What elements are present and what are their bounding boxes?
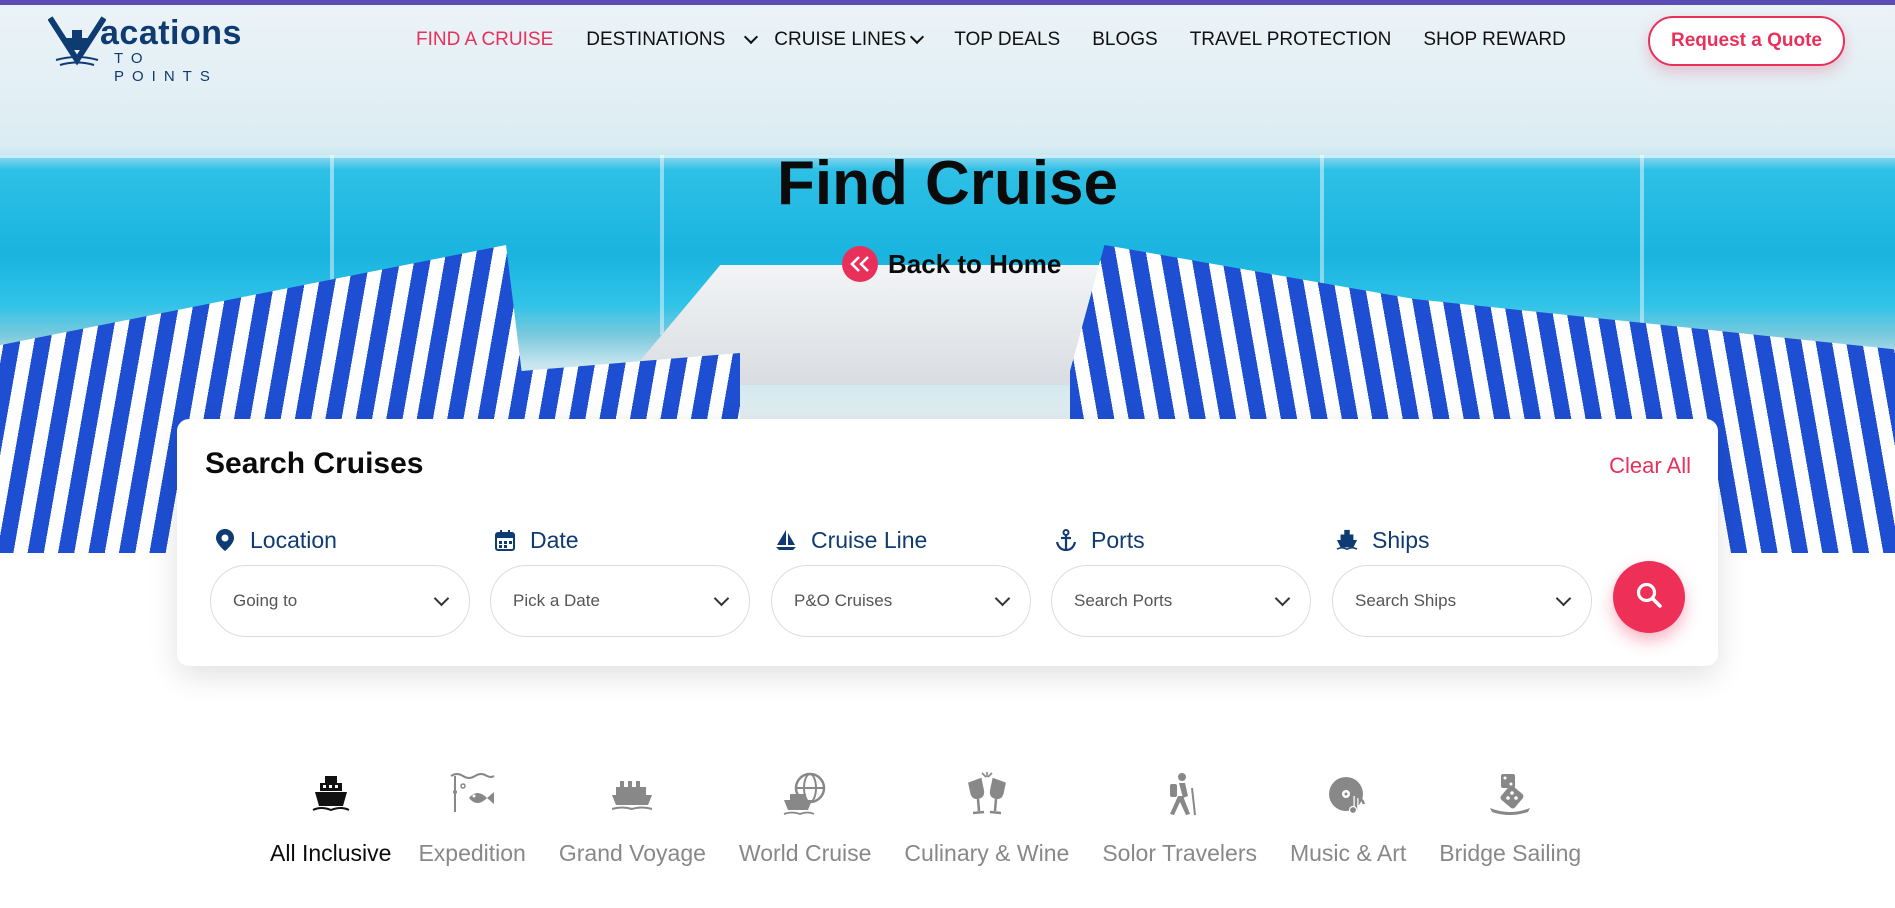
category-expedition[interactable]: Expedition — [418, 770, 526, 880]
back-to-home-link[interactable]: Back to Home — [842, 246, 1061, 282]
liner-icon — [608, 770, 656, 818]
location-field: Location Going to — [210, 525, 470, 637]
hiker-icon — [1156, 770, 1204, 818]
dice-icon — [1486, 770, 1534, 818]
search-button[interactable] — [1613, 561, 1685, 633]
date-field: Date Pick a Date — [490, 525, 750, 637]
date-picker[interactable]: Pick a Date — [490, 565, 750, 637]
chevron-down-icon — [910, 29, 925, 45]
location-value: Going to — [233, 591, 298, 610]
cruise-line-field: Cruise Line P&O Cruises — [771, 525, 1031, 637]
category-culinary-wine[interactable]: Culinary & Wine — [904, 770, 1069, 880]
chevron-down-icon — [713, 590, 730, 606]
chevron-down-icon — [433, 590, 450, 606]
logo-wordmark: acations — [100, 14, 242, 52]
location-pin-icon — [214, 529, 236, 551]
page-title: Find Cruise — [776, 149, 1119, 218]
ships-field: Ships Search Ships — [1332, 525, 1592, 637]
category-tabs: All Inclusive Expedition Grand Voyage Wo… — [270, 770, 1614, 880]
anchor-icon — [1055, 529, 1077, 551]
globe-ship-icon — [781, 770, 829, 818]
category-label: Solor Travelers — [1102, 840, 1257, 866]
chevron-down-icon — [744, 29, 759, 45]
ports-field: Ports Search Ports — [1051, 525, 1311, 637]
double-chevron-left-icon — [842, 246, 878, 282]
category-grand-voyage[interactable]: Grand Voyage — [559, 770, 706, 880]
nav-blogs[interactable]: BLOGS — [1092, 29, 1157, 51]
nav-destinations[interactable]: DESTINATIONS — [586, 29, 759, 51]
cruise-ship-icon — [307, 770, 355, 818]
search-title: Search Cruises — [205, 447, 424, 480]
nav-top-deals[interactable]: TOP DEALS — [954, 29, 1060, 51]
logo[interactable]: acations TO POINTS — [47, 14, 258, 85]
category-music-art[interactable]: Music & Art — [1290, 770, 1406, 880]
back-to-home-label: Back to Home — [888, 248, 1062, 279]
fish-icon — [448, 770, 496, 818]
category-label: Music & Art — [1289, 840, 1407, 866]
main-nav: FIND A CRUISE DESTINATIONS CRUISE LINES … — [416, 28, 1566, 52]
nav-travel-protection[interactable]: TRAVEL PROTECTION — [1190, 29, 1392, 51]
category-label: Culinary & Wine — [904, 840, 1070, 866]
sailboat-icon — [775, 529, 797, 551]
clear-all-link[interactable]: Clear All — [1609, 453, 1691, 479]
cruise-line-value: P&O Cruises — [794, 591, 893, 610]
nav-cruise-lines[interactable]: CRUISE LINES — [774, 29, 925, 51]
category-label: Grand Voyage — [558, 840, 706, 866]
logo-ship-icon — [47, 16, 107, 68]
ships-label: Ships — [1372, 526, 1430, 553]
date-value: Pick a Date — [513, 591, 600, 610]
ship-icon — [1336, 529, 1358, 551]
logo-tagline: TO POINTS — [114, 50, 218, 85]
music-disc-icon — [1324, 770, 1372, 818]
category-all-inclusive[interactable]: All Inclusive — [270, 770, 391, 880]
category-label: World Cruise — [738, 840, 872, 866]
cruise-line-label: Cruise Line — [811, 526, 928, 553]
search-icon — [1635, 581, 1663, 614]
ports-select[interactable]: Search Ports — [1051, 565, 1311, 637]
ports-value: Search Ports — [1074, 591, 1173, 610]
nav-shop-reward[interactable]: SHOP REWARD — [1423, 29, 1566, 51]
chevron-down-icon — [1555, 590, 1572, 606]
chevron-down-icon — [1274, 590, 1291, 606]
chevron-down-icon — [994, 590, 1011, 606]
category-label: Bridge Sailing — [1439, 840, 1582, 866]
nav-find-a-cruise[interactable]: FIND A CRUISE — [416, 29, 553, 51]
ships-value: Search Ships — [1355, 591, 1457, 610]
category-world-cruise[interactable]: World Cruise — [738, 770, 872, 880]
category-bridge-sailing[interactable]: Bridge Sailing — [1439, 770, 1581, 880]
category-label: Expedition — [418, 840, 526, 866]
calendar-icon — [494, 529, 516, 551]
ships-select[interactable]: Search Ships — [1332, 565, 1592, 637]
category-label: All Inclusive — [270, 840, 392, 866]
category-solor-travelers[interactable]: Solor Travelers — [1102, 770, 1257, 880]
ports-label: Ports — [1091, 526, 1145, 553]
location-select[interactable]: Going to — [210, 565, 470, 637]
search-cruises-card: Search Cruises Clear All Location Going … — [177, 419, 1718, 666]
request-quote-button[interactable]: Request a Quote — [1648, 16, 1845, 66]
location-label: Location — [250, 526, 337, 553]
wine-glasses-icon — [963, 770, 1011, 818]
cruise-line-select[interactable]: P&O Cruises — [771, 565, 1031, 637]
date-label: Date — [530, 526, 579, 553]
